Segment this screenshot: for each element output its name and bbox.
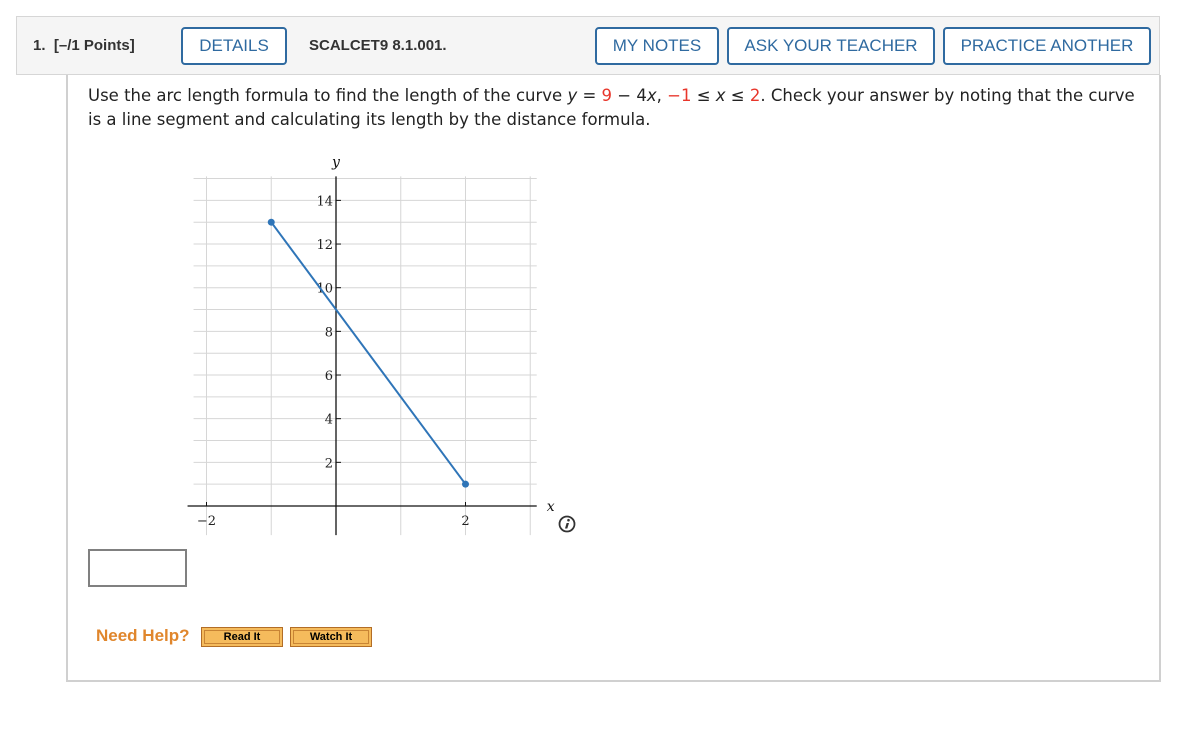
y-tick-label: 6	[325, 369, 333, 384]
x-tick-label: 2	[461, 514, 469, 529]
y-tick-label: 8	[325, 325, 333, 340]
watch-it-button[interactable]: Watch It	[290, 627, 372, 647]
endpoint-marker	[267, 218, 275, 226]
x-axis-label: x	[547, 499, 555, 515]
endpoint-marker	[462, 480, 469, 488]
y-tick-label: 14	[316, 194, 333, 209]
info-icon[interactable]	[558, 515, 576, 533]
need-help-label: Need Help?	[96, 626, 190, 645]
y-tick-label: 4	[325, 413, 333, 428]
read-it-button[interactable]: Read It	[201, 627, 283, 647]
y-tick-label: 12	[316, 238, 333, 253]
y-tick-label: 2	[325, 456, 333, 471]
chart-grid	[193, 176, 537, 536]
x-tick-label: −2	[197, 514, 216, 529]
answer-input[interactable]	[88, 549, 187, 587]
chart-axes	[187, 176, 537, 536]
y-axis-label: y	[331, 154, 341, 170]
chart-ticks: −2 22468101214	[197, 194, 470, 529]
